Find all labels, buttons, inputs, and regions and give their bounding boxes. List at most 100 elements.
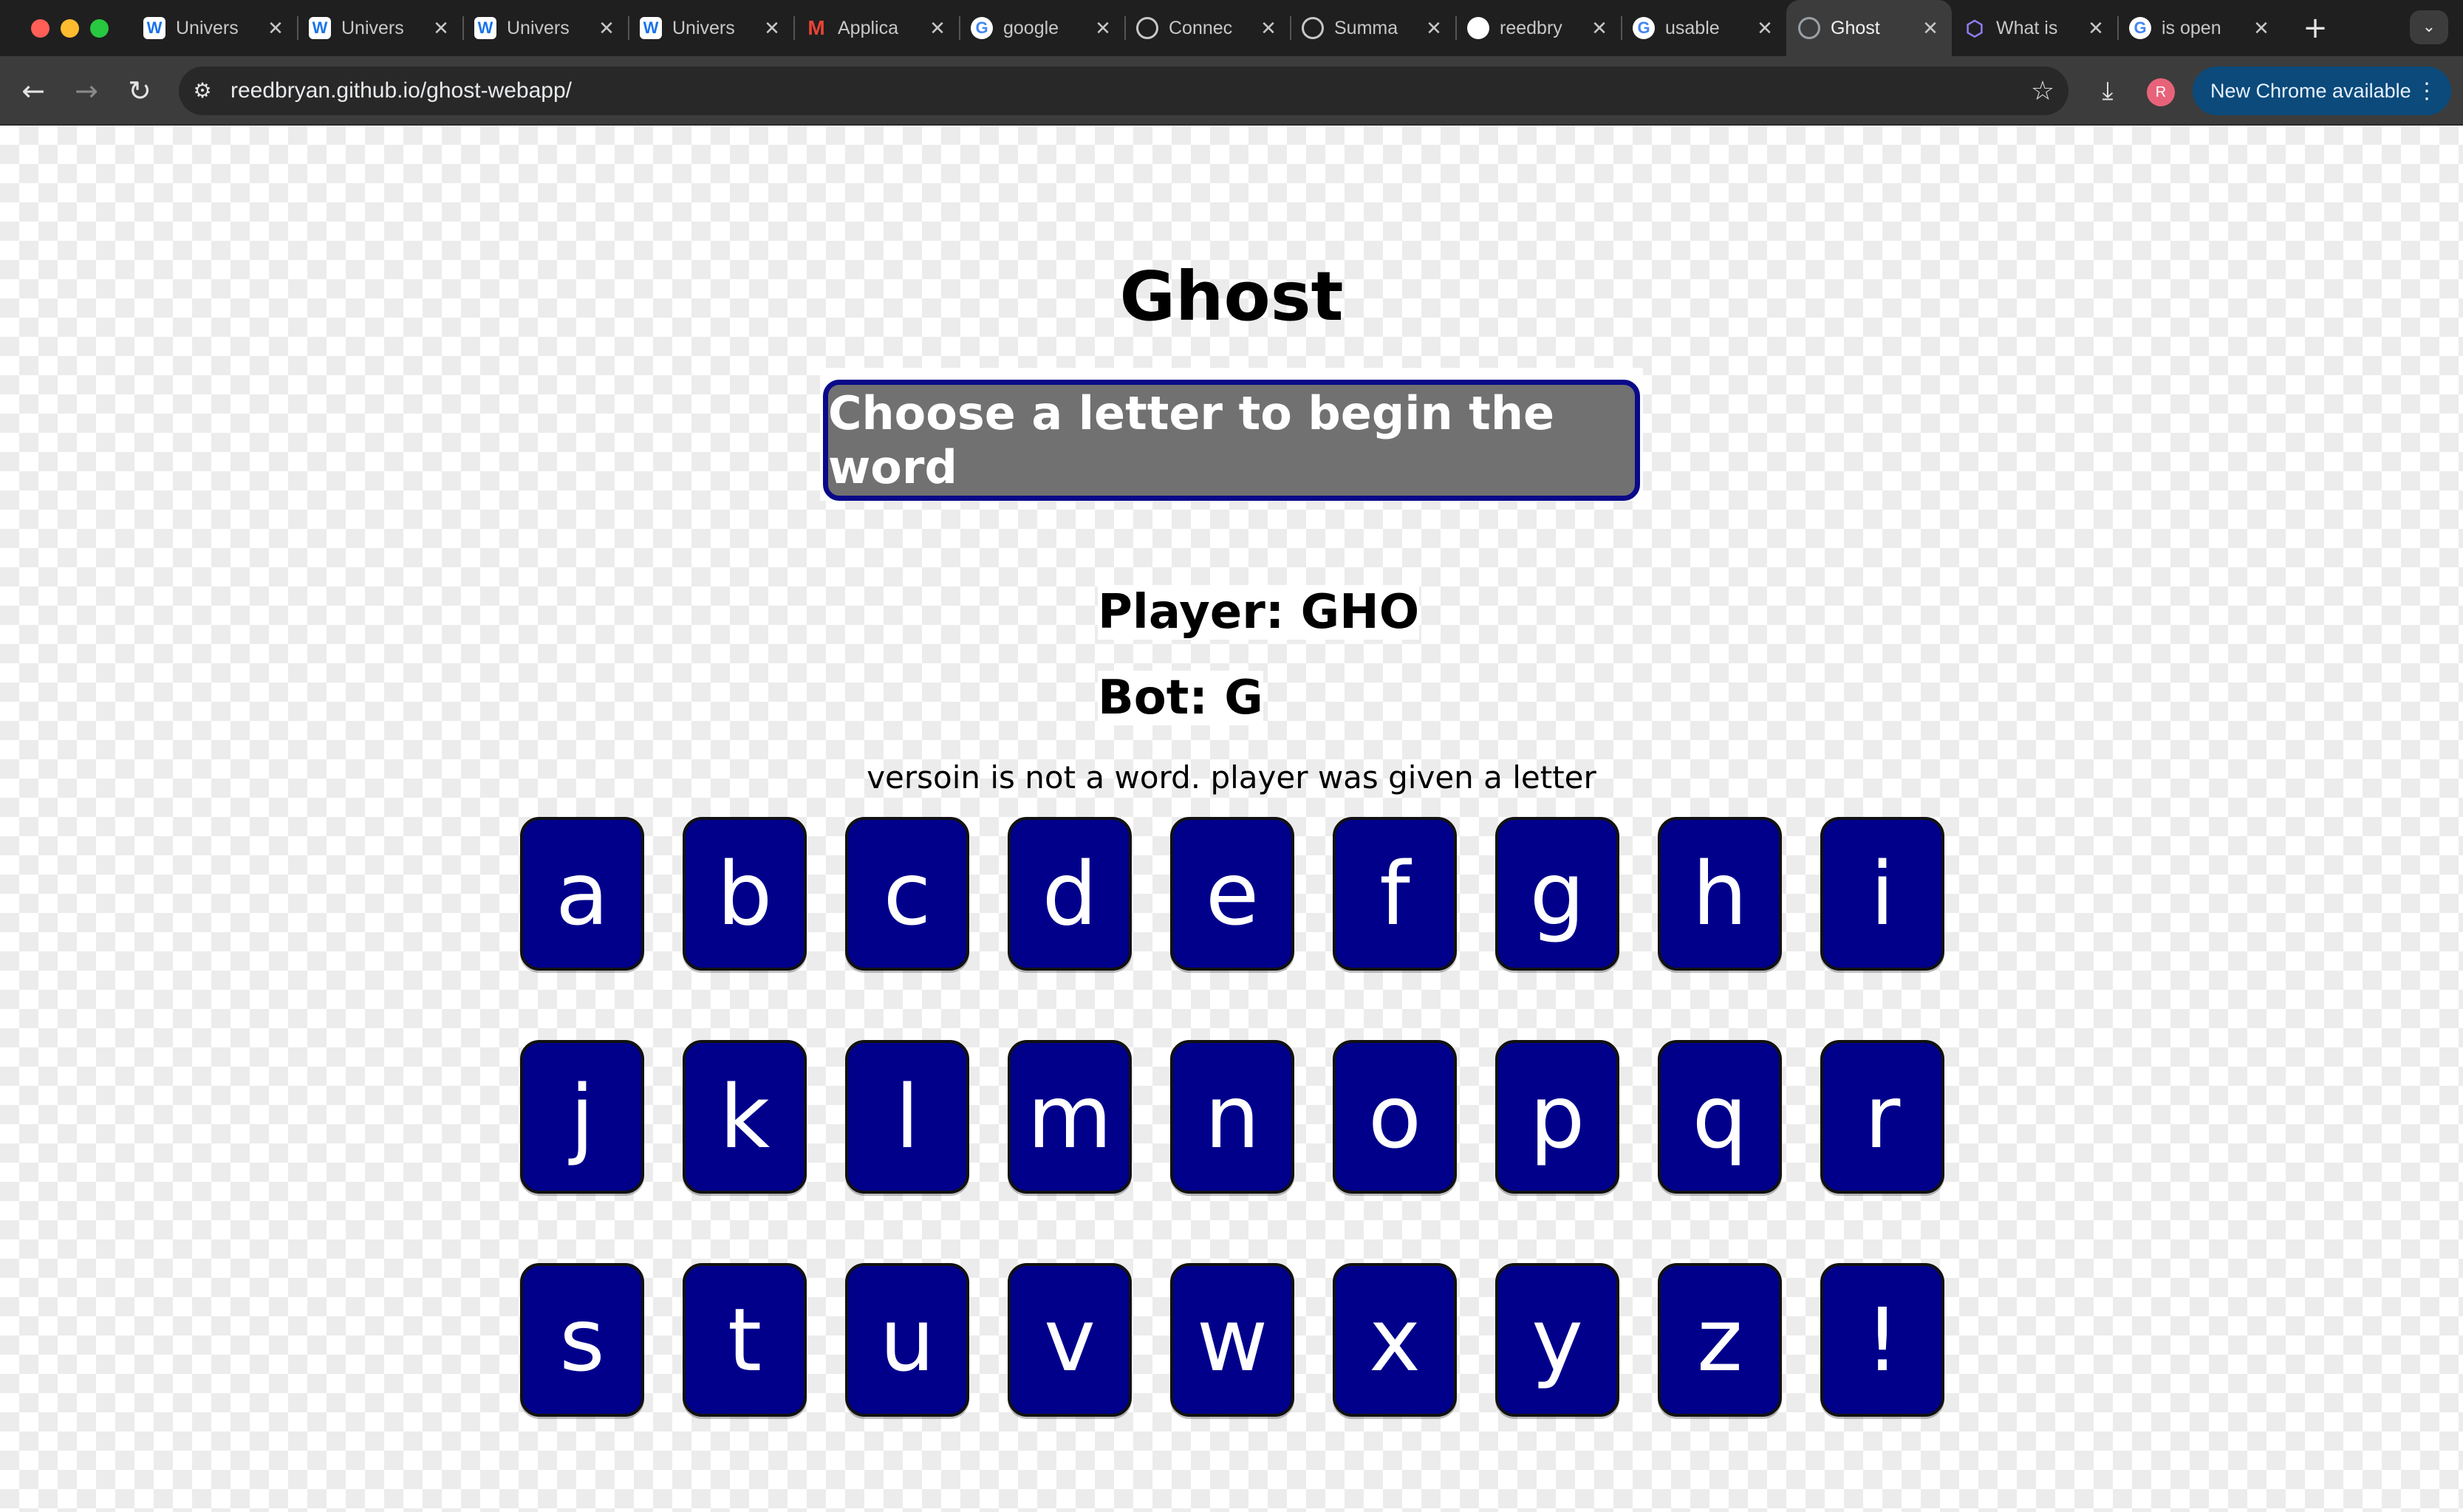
letter-key-n[interactable]: n: [1170, 1040, 1294, 1194]
tab-search-button[interactable]: ⌄: [2410, 10, 2448, 44]
browser-tab[interactable]: M Applica ✕: [793, 0, 959, 56]
tab-title: Univers: [507, 17, 570, 38]
update-label: New Chrome available: [2210, 79, 2411, 102]
letter-key-k[interactable]: k: [683, 1040, 807, 1194]
close-tab-icon[interactable]: ✕: [1424, 17, 1444, 40]
tab-title: Ghost: [1831, 17, 1880, 38]
letter-key-f[interactable]: f: [1333, 817, 1457, 971]
letter-key-s[interactable]: s: [520, 1263, 644, 1417]
browser-tab[interactable]: Ghost ✕: [1786, 0, 1952, 56]
close-tab-icon[interactable]: ✕: [2252, 17, 2271, 40]
tab-title: usable: [1665, 17, 1720, 38]
globe-icon: [1798, 17, 1820, 39]
close-tab-icon[interactable]: ✕: [431, 17, 451, 40]
page-viewport: Ghost Choose a letter to begin the word …: [0, 126, 2463, 1512]
browser-tab[interactable]: ⬡ What is ✕: [1952, 0, 2117, 56]
close-tab-icon[interactable]: ✕: [1921, 17, 1940, 40]
letter-key-q[interactable]: q: [1658, 1040, 1782, 1194]
close-tab-icon[interactable]: ✕: [928, 17, 947, 40]
letter-key-c[interactable]: c: [845, 817, 969, 971]
tab-title: reedbry: [1500, 17, 1562, 38]
new-chrome-available-button[interactable]: New Chrome available ⋮: [2193, 66, 2451, 115]
profile-avatar[interactable]: R: [2147, 78, 2175, 106]
prompt-container: Choose a letter to begin the word: [820, 368, 1643, 501]
letter-key-z[interactable]: z: [1658, 1263, 1782, 1417]
bookmark-star-icon[interactable]: ☆: [2024, 76, 2061, 106]
letter-key-t[interactable]: t: [683, 1263, 807, 1417]
tab-title: Summa: [1334, 17, 1398, 38]
browser-tab[interactable]: reedbry ✕: [1455, 0, 1621, 56]
letter-key-b[interactable]: b: [683, 817, 807, 971]
w-logo-icon: W: [309, 17, 331, 39]
tab-title: Univers: [341, 17, 404, 38]
forward-button[interactable]: →: [66, 71, 106, 111]
letter-key-j[interactable]: j: [520, 1040, 644, 1194]
letter-key-x[interactable]: x: [1333, 1263, 1457, 1417]
letter-key-d[interactable]: d: [1008, 817, 1132, 971]
address-bar[interactable]: ⚙ reedbryan.github.io/ghost-webapp/ ☆: [179, 66, 2069, 115]
letter-key-a[interactable]: a: [520, 817, 644, 971]
letter-key-u[interactable]: u: [845, 1263, 969, 1417]
tab-title: google: [1003, 17, 1059, 38]
url-text[interactable]: reedbryan.github.io/ghost-webapp/: [230, 78, 2024, 103]
player-score: Player: GHO: [1098, 585, 1420, 640]
browser-tab[interactable]: Ggoogle ✕: [959, 0, 1124, 56]
download-icon[interactable]: ⤓: [2088, 71, 2128, 111]
minimize-window-button[interactable]: [61, 19, 79, 38]
close-tab-icon[interactable]: ✕: [1259, 17, 1278, 40]
w-logo-icon: W: [640, 17, 662, 39]
tab-title: Connec: [1169, 17, 1233, 38]
letter-key-i[interactable]: i: [1820, 817, 1944, 971]
letter-key-p[interactable]: p: [1495, 1040, 1619, 1194]
github-icon: [1467, 17, 1489, 39]
browser-tab[interactable]: Summa ✕: [1290, 0, 1455, 56]
browser-tab[interactable]: Gis open ✕: [2117, 0, 2283, 56]
browser-tab[interactable]: W Univers ✕: [131, 0, 297, 56]
bot-score: Bot: G: [1098, 671, 1263, 725]
tab-list: W Univers ✕ W Univers ✕ W Univers ✕ W Univers ✕ M App…: [131, 0, 2283, 56]
browser-tab[interactable]: W Univers ✕: [628, 0, 793, 56]
browser-tab-strip: W Univers ✕ W Univers ✕ W Univers ✕ W Univers ✕ M App…: [0, 0, 2463, 56]
close-tab-icon[interactable]: ✕: [2086, 17, 2105, 40]
zoom-window-button[interactable]: [90, 19, 109, 38]
status-message: versoin is not a word. player was given …: [867, 759, 1596, 796]
gmail-icon: M: [807, 16, 825, 39]
letter-key-l[interactable]: l: [845, 1040, 969, 1194]
browser-tab[interactable]: Gusable ✕: [1621, 0, 1786, 56]
site-info-icon[interactable]: ⚙: [188, 76, 217, 106]
menu-dots-icon[interactable]: ⋮: [2416, 78, 2438, 104]
tab-title: is open: [2162, 17, 2221, 38]
letter-key-o[interactable]: o: [1333, 1040, 1457, 1194]
close-window-button[interactable]: [31, 19, 49, 38]
close-tab-icon[interactable]: ✕: [1755, 17, 1774, 40]
close-tab-icon[interactable]: ✕: [1590, 17, 1609, 40]
google-icon: G: [2129, 17, 2151, 39]
letter-key-challenge[interactable]: !: [1820, 1263, 1944, 1417]
letter-key-w[interactable]: w: [1170, 1263, 1294, 1417]
tab-title: What is: [1996, 17, 2058, 38]
letter-key-e[interactable]: e: [1170, 817, 1294, 971]
close-tab-icon[interactable]: ✕: [266, 17, 285, 40]
letter-key-h[interactable]: h: [1658, 817, 1782, 971]
letter-key-v[interactable]: v: [1008, 1263, 1132, 1417]
close-tab-icon[interactable]: ✕: [762, 17, 782, 40]
cube-icon: ⬡: [1965, 16, 1984, 40]
browser-tab[interactable]: Connec ✕: [1124, 0, 1290, 56]
back-button[interactable]: ←: [13, 71, 53, 111]
letter-key-y[interactable]: y: [1495, 1263, 1619, 1417]
close-tab-icon[interactable]: ✕: [1093, 17, 1113, 40]
letter-key-r[interactable]: r: [1820, 1040, 1944, 1194]
letter-keyboard: a b c d e f g h i j k l m n o p q r s t u v w x y z!: [520, 817, 1944, 1417]
letter-key-g[interactable]: g: [1495, 817, 1619, 971]
browser-toolbar: ← → ↻ ⚙ reedbryan.github.io/ghost-webapp…: [0, 56, 2463, 126]
page-title: Ghost: [1119, 257, 1344, 336]
reload-button[interactable]: ↻: [120, 71, 160, 111]
openai-icon: [1302, 17, 1324, 39]
letter-key-m[interactable]: m: [1008, 1040, 1132, 1194]
new-tab-button[interactable]: +: [2298, 10, 2333, 46]
w-logo-icon: W: [474, 17, 496, 39]
browser-tab[interactable]: W Univers ✕: [462, 0, 628, 56]
close-tab-icon[interactable]: ✕: [597, 17, 616, 40]
prompt-banner: Choose a letter to begin the word: [823, 380, 1640, 501]
browser-tab[interactable]: W Univers ✕: [297, 0, 462, 56]
